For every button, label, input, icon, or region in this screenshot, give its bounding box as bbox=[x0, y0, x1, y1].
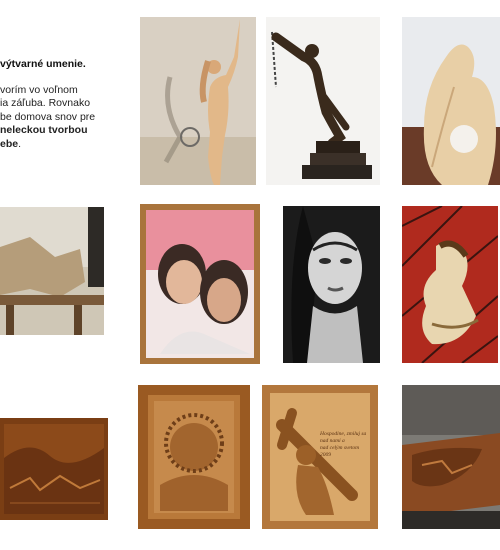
relief-inscription: Hospodine, zmiluj sa nad nami a nad celý… bbox=[320, 431, 366, 459]
intro-line-5: ebe bbox=[0, 137, 19, 150]
woodburned-portrait-two-girls[interactable] bbox=[140, 204, 260, 364]
inscription-line-2: nad nami a bbox=[320, 438, 345, 444]
intro-heading: výtvarné umenie. bbox=[0, 58, 86, 70]
pencil-portrait-woman[interactable] bbox=[283, 206, 380, 363]
carved-wooden-board-panorama[interactable] bbox=[0, 418, 108, 520]
intro-line-3: be domova snov pre bbox=[0, 110, 96, 123]
carved-relief-christ-crown-of-thorns[interactable] bbox=[138, 385, 250, 529]
carved-rifle-stock[interactable] bbox=[402, 385, 500, 529]
inscription-line-4: 2009 bbox=[320, 452, 331, 458]
carved-relief-christ-carrying-cross[interactable]: Hospodine, zmiluj sa nad nami a nad celý… bbox=[262, 385, 378, 529]
inscription-line-3: nad celým svetom bbox=[320, 445, 360, 451]
intro-line-5-end: . bbox=[18, 137, 22, 150]
female-figure-wood-sculpture[interactable] bbox=[140, 17, 256, 185]
relief-carving-on-workbench[interactable] bbox=[0, 207, 104, 335]
chained-man-bronze-sculpture[interactable] bbox=[266, 17, 380, 185]
intro-text: výtvarné umenie. vorím vo voľnom ia záľu… bbox=[0, 58, 118, 151]
intro-line-2: ia záľuba. Rovnako bbox=[0, 97, 91, 109]
intro-line-4: neleckou tvorbou bbox=[0, 124, 88, 136]
intro-line-1: vorím vo voľnom bbox=[0, 83, 78, 96]
stained-glass-style-woman-painting[interactable] bbox=[402, 206, 498, 363]
inscription-line-1: Hospodine, zmiluj sa bbox=[320, 431, 367, 437]
abstract-wood-couple-sculpture[interactable] bbox=[402, 17, 500, 185]
